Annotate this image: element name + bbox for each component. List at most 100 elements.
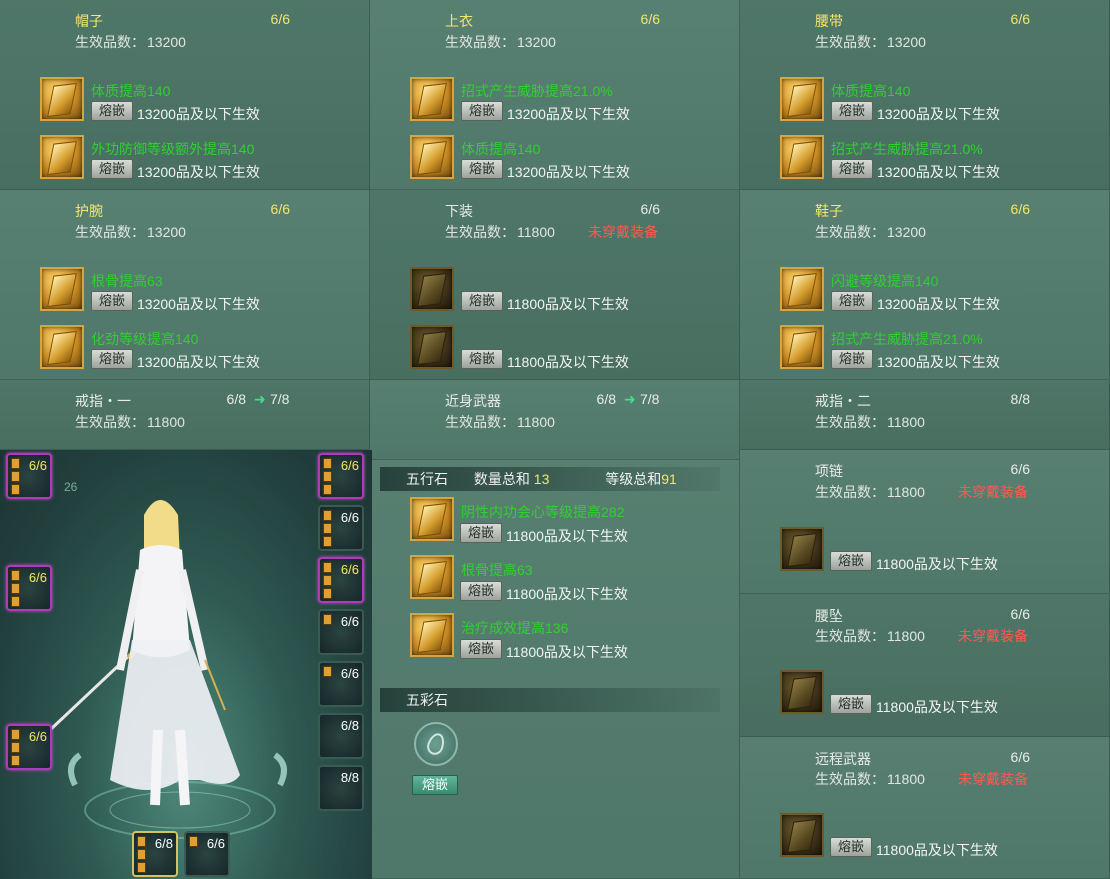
equip-panel-pendant: 腰坠 6/6 生效品数： 11800 未穿戴装备 熔嵌 11800品及以下生效 — [740, 594, 1110, 737]
gem-requirement: 11800品及以下生效 — [876, 699, 998, 715]
gem-icon[interactable] — [410, 613, 454, 657]
inlay-button[interactable]: 熔嵌 — [460, 639, 502, 659]
effective-grade: 生效品数： 11800 — [445, 224, 555, 240]
gem-icon[interactable] — [780, 813, 824, 857]
gem-icon[interactable] — [410, 135, 454, 179]
char-slot[interactable]: 6/6 — [318, 453, 364, 499]
inlay-button[interactable]: 熔嵌 — [831, 349, 873, 369]
equip-count: 6/6 — [1010, 461, 1030, 477]
gem-requirement: 11800品及以下生效 — [876, 556, 998, 572]
inlay-button[interactable]: 熔嵌 — [831, 291, 873, 311]
gem-attribute: 根骨提高63 — [91, 273, 163, 289]
char-slot[interactable]: 6/8 — [318, 713, 364, 759]
inlay-button[interactable]: 熔嵌 — [461, 101, 503, 121]
wucai-header: 五彩石 — [380, 688, 720, 712]
gem-icon[interactable] — [410, 325, 454, 369]
gem-attribute: 外功防御等级额外提高140 — [91, 141, 255, 157]
equip-panel-necklace: 项链 6/6 生效品数： 11800 未穿戴装备 熔嵌 11800品及以下生效 — [740, 450, 1110, 594]
inlay-button[interactable]: 熔嵌 — [831, 159, 873, 179]
char-slot[interactable]: 6/8 — [132, 831, 178, 877]
char-slot[interactable]: 6/6 — [6, 453, 52, 499]
char-slot[interactable]: 6/6 — [318, 609, 364, 655]
equip-count: 6/6 — [640, 201, 660, 217]
equip-count: 8/8 — [1010, 391, 1030, 407]
char-slot[interactable]: 6/6 — [184, 831, 230, 877]
not-worn-warning: 未穿戴装备 — [958, 628, 1028, 644]
gem-icon[interactable] — [780, 77, 824, 121]
equip-panel-ring-1: 戒指・一 6/8 ➜ 7/8 生效品数： 11800 — [0, 380, 370, 450]
equip-panel-ranged-weapon: 远程武器 6/6 生效品数： 11800 未穿戴装备 熔嵌 11800品及以下生效 — [740, 737, 1110, 879]
char-slot[interactable]: 6/6 — [6, 724, 52, 770]
equip-count: 6/6 — [1010, 749, 1030, 765]
equip-name: 护腕 — [75, 203, 103, 219]
inlay-button[interactable]: 熔嵌 — [831, 101, 873, 121]
gem-icon[interactable] — [410, 497, 454, 541]
effective-grade: 生效品数： 11800 — [815, 414, 925, 430]
wucai-inlay-button[interactable]: 熔嵌 — [412, 775, 458, 795]
inlay-button[interactable]: 熔嵌 — [460, 581, 502, 601]
equip-count: 6/6 — [270, 201, 290, 217]
equip-name: 戒指・一 — [75, 393, 131, 409]
char-slot[interactable]: 6/6 — [318, 557, 364, 603]
wuxing-qty: 13 — [533, 471, 550, 487]
inlay-button[interactable]: 熔嵌 — [91, 349, 133, 369]
inlay-button[interactable]: 熔嵌 — [460, 523, 502, 543]
gem-attribute: 体质提高140 — [91, 83, 171, 99]
equip-name: 远程武器 — [815, 751, 871, 767]
character-preview[interactable]: 26 6/6 6/6 6/6 6/6 6/6 6/6 6/6 6/6 6/8 8… — [0, 450, 372, 879]
wucai-slot[interactable] — [414, 722, 458, 766]
gem-icon[interactable] — [780, 325, 824, 369]
gem-attribute: 治疗成效提高136 — [461, 620, 569, 636]
wuxing-level: 91 — [661, 471, 677, 487]
inlay-button[interactable]: 熔嵌 — [461, 349, 503, 369]
gem-icon[interactable] — [40, 325, 84, 369]
effective-grade: 生效品数： 13200 — [75, 34, 186, 50]
gem-requirement: 13200品及以下生效 — [137, 164, 260, 180]
inlay-button[interactable]: 熔嵌 — [830, 837, 872, 857]
inlay-button[interactable]: 熔嵌 — [91, 101, 133, 121]
stones-panel: 五行石 数量总和 13 等级总和91 阴性内功会心等级提高282 熔嵌 1180… — [372, 460, 740, 879]
inlay-button[interactable]: 熔嵌 — [461, 159, 503, 179]
gem-requirement: 11800品及以下生效 — [506, 644, 628, 660]
equip-count: 6/6 — [640, 11, 660, 27]
inlay-button[interactable]: 熔嵌 — [461, 291, 503, 311]
gem-requirement: 11800品及以下生效 — [506, 586, 628, 602]
gem-icon[interactable] — [40, 77, 84, 121]
inlay-button[interactable]: 熔嵌 — [830, 694, 872, 714]
equip-panel-shoes: 鞋子 6/6 生效品数： 13200 闪避等级提高140 熔嵌 13200品及以下… — [740, 190, 1110, 380]
equip-panel-pants: 下装 6/6 生效品数： 11800 未穿戴装备 熔嵌 11800品及以下生效 熔… — [370, 190, 740, 380]
gem-attribute: 体质提高140 — [831, 83, 911, 99]
char-slot[interactable]: 6/6 — [318, 661, 364, 707]
effective-grade: 生效品数： 11800 — [815, 628, 925, 644]
effective-grade: 生效品数： 11800 — [815, 771, 925, 787]
gem-icon[interactable] — [780, 267, 824, 311]
gem-icon[interactable] — [780, 527, 824, 571]
equip-name: 近身武器 — [445, 393, 501, 409]
gem-attribute: 招式产生威胁提高21.0% — [461, 83, 613, 99]
upgrade-arrow-icon: ➜ — [624, 391, 636, 407]
gem-attribute: 招式产生威胁提高21.0% — [831, 331, 983, 347]
char-slot[interactable]: 8/8 — [318, 765, 364, 811]
gem-requirement: 11800品及以下生效 — [876, 842, 998, 858]
gem-icon[interactable] — [410, 555, 454, 599]
equip-name: 下装 — [445, 203, 473, 219]
gem-requirement: 11800品及以下生效 — [507, 296, 629, 312]
gem-icon[interactable] — [410, 77, 454, 121]
gem-attribute: 体质提高140 — [461, 141, 541, 157]
gem-icon[interactable] — [780, 135, 824, 179]
gem-icon[interactable] — [40, 267, 84, 311]
inlay-button[interactable]: 熔嵌 — [91, 159, 133, 179]
inlay-button[interactable]: 熔嵌 — [830, 551, 872, 571]
gem-icon[interactable] — [410, 267, 454, 311]
char-slot[interactable]: 6/6 — [318, 505, 364, 551]
gem-requirement: 13200品及以下生效 — [877, 354, 1000, 370]
gem-requirement: 13200品及以下生效 — [507, 164, 630, 180]
inlay-button[interactable]: 熔嵌 — [91, 291, 133, 311]
gem-icon[interactable] — [40, 135, 84, 179]
equip-count: 6/6 — [1010, 11, 1030, 27]
equip-panel-belt: 腰带 6/6 生效品数： 13200 体质提高140 熔嵌 13200品及以下生效… — [740, 0, 1110, 190]
char-slot[interactable]: 6/6 — [6, 565, 52, 611]
gem-icon[interactable] — [780, 670, 824, 714]
equip-count: 6/8 — [226, 391, 246, 407]
effective-grade: 生效品数： 13200 — [815, 224, 926, 240]
